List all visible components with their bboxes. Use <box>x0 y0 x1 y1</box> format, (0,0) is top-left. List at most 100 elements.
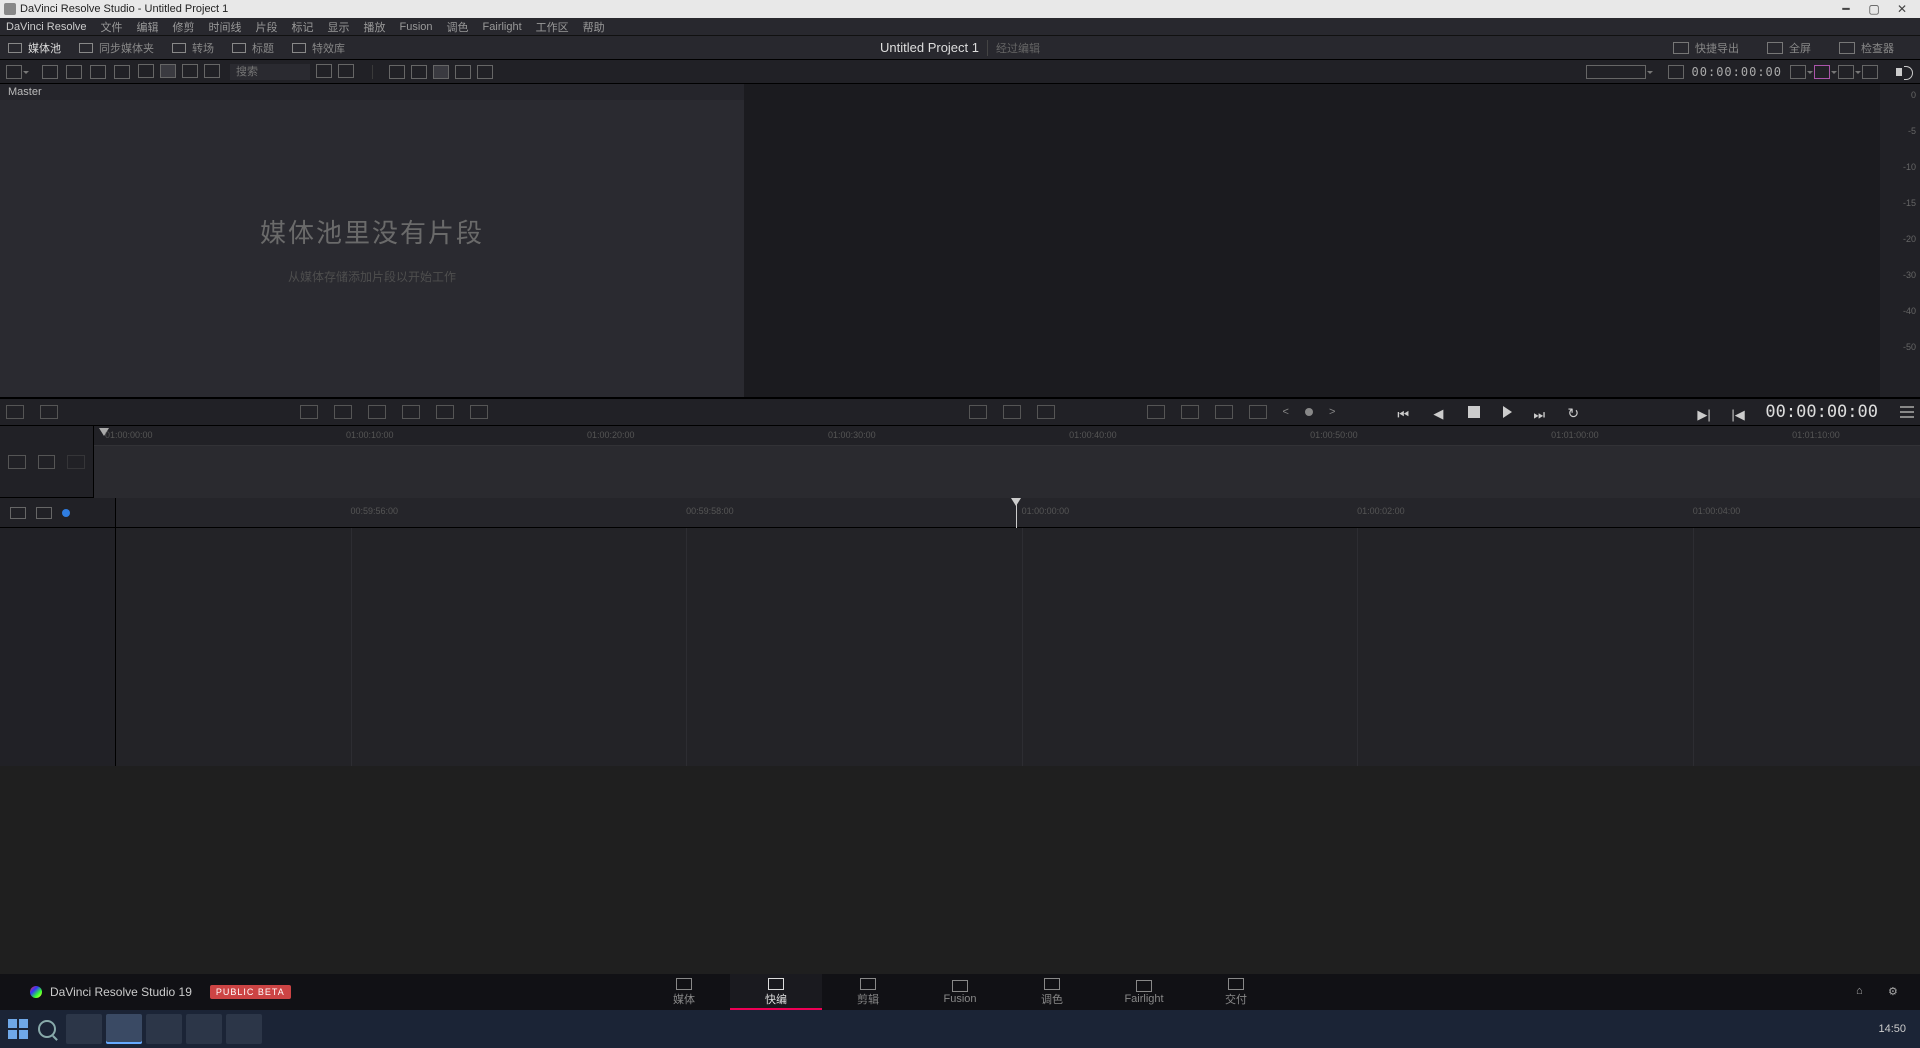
ws-transitions[interactable]: 转场 <box>172 40 214 56</box>
timeline-options-icon[interactable] <box>1147 405 1165 419</box>
lock-timeline-icon[interactable] <box>8 455 26 469</box>
sync-button[interactable] <box>90 65 106 79</box>
go-to-start-button[interactable]: ⏮ <box>1397 405 1415 419</box>
resolution-dropdown[interactable] <box>1586 65 1646 79</box>
menu-trim[interactable]: 修剪 <box>173 19 195 35</box>
dynamic-zoom-icon[interactable] <box>1003 405 1021 419</box>
import-media-button[interactable] <box>42 65 58 79</box>
cut-page[interactable]: 快编 <box>730 974 822 1010</box>
viewer[interactable] <box>744 84 1880 397</box>
go-to-end-button[interactable]: ⏭ <box>1533 405 1551 419</box>
menu-fairlight[interactable]: Fairlight <box>483 21 522 33</box>
stabilize-icon[interactable] <box>1037 405 1055 419</box>
menu-fusion[interactable]: Fusion <box>400 21 433 33</box>
list-view-icon[interactable] <box>204 64 220 78</box>
lower-ruler[interactable]: 00:59:56:0000:59:58:0001:00:00:0001:00:0… <box>116 498 1920 528</box>
overlay-dropdown[interactable] <box>1838 65 1854 79</box>
menu-view[interactable]: 显示 <box>328 19 350 35</box>
task-item[interactable] <box>226 1014 262 1044</box>
transport-timecode[interactable]: 00:00:00:00 <box>1765 402 1878 422</box>
tools-dropdown-icon[interactable] <box>969 405 987 419</box>
audio-trim-icon[interactable] <box>477 65 493 79</box>
start-button[interactable] <box>8 1019 28 1039</box>
bin-view-mode[interactable] <box>6 65 22 79</box>
smart-insert-icon[interactable] <box>300 405 318 419</box>
edit-page[interactable]: 剪辑 <box>822 974 914 1010</box>
ws-media-pool[interactable]: 媒体池 <box>8 40 61 56</box>
fullscreen-button[interactable]: 全屏 <box>1767 40 1811 56</box>
menu-timeline[interactable]: 时间线 <box>209 19 242 35</box>
boring-detector-icon[interactable] <box>6 405 24 419</box>
dual-viewer-icon[interactable] <box>433 65 449 79</box>
taskbar-search-icon[interactable] <box>38 1020 56 1038</box>
source-tape-icon[interactable] <box>389 65 405 79</box>
guides-dropdown[interactable] <box>1814 65 1830 79</box>
source-clip-icon[interactable] <box>411 65 427 79</box>
bypass-color-icon[interactable] <box>1862 65 1878 79</box>
play-button[interactable] <box>1499 405 1517 419</box>
deliver-page[interactable]: 交付 <box>1190 974 1282 1010</box>
place-on-top-icon[interactable] <box>436 405 454 419</box>
media-page[interactable]: 媒体 <box>638 974 730 1010</box>
menu-color[interactable]: 调色 <box>447 19 469 35</box>
menu-clip[interactable]: 片段 <box>256 19 278 35</box>
thumbnail-view-icon[interactable] <box>160 64 176 78</box>
close-button[interactable]: ✕ <box>1888 2 1916 16</box>
quick-export-button[interactable]: 快捷导出 <box>1673 40 1739 56</box>
mute-button[interactable] <box>1896 65 1914 79</box>
marker-dropdown-icon[interactable] <box>1215 405 1233 419</box>
lower-track-body[interactable] <box>116 528 1920 766</box>
single-viewer-icon[interactable] <box>455 65 471 79</box>
timecode-mode-icon[interactable] <box>1668 65 1684 79</box>
task-item[interactable] <box>146 1014 182 1044</box>
menu-file[interactable]: 文件 <box>101 19 123 35</box>
taskbar-clock[interactable]: 14:50 <box>1878 1023 1912 1036</box>
color-page[interactable]: 调色 <box>1006 974 1098 1010</box>
ws-sync-bin[interactable]: 同步媒体夹 <box>79 40 154 56</box>
menu-workspace[interactable]: 工作区 <box>536 19 569 35</box>
inspector-button[interactable]: 检查器 <box>1839 40 1894 56</box>
breadcrumb[interactable]: Master <box>0 84 744 100</box>
jog-dot-icon[interactable] <box>1305 408 1313 416</box>
upper-track-strip[interactable] <box>94 446 1920 498</box>
refresh-icon[interactable] <box>338 64 354 78</box>
next-edit-button[interactable]: ▶| <box>1697 405 1715 419</box>
video-track-toggle[interactable] <box>10 507 26 519</box>
snap-indicator[interactable] <box>62 509 70 517</box>
split-clip-icon[interactable] <box>40 405 58 419</box>
task-item[interactable] <box>186 1014 222 1044</box>
timeline-sync-icon[interactable] <box>38 455 56 469</box>
audio-track-icon[interactable] <box>67 455 85 469</box>
import-folder-button[interactable] <box>66 65 82 79</box>
link-button[interactable] <box>114 65 130 79</box>
task-item[interactable] <box>66 1014 102 1044</box>
timeline-menu-icon[interactable] <box>1900 406 1914 418</box>
ripple-overwrite-icon[interactable] <box>368 405 386 419</box>
menu-edit[interactable]: 编辑 <box>137 19 159 35</box>
safe-area-dropdown[interactable] <box>1790 65 1806 79</box>
source-overwrite-icon[interactable] <box>470 405 488 419</box>
strip-view-icon[interactable] <box>182 64 198 78</box>
flag-dropdown-icon[interactable] <box>1249 405 1267 419</box>
fairlight-page[interactable]: Fairlight <box>1098 974 1190 1010</box>
menu-mark[interactable]: 标记 <box>292 19 314 35</box>
maximize-button[interactable]: ▢ <box>1860 2 1888 16</box>
menu-playback[interactable]: 播放 <box>364 19 386 35</box>
sort-button[interactable] <box>316 64 332 78</box>
append-icon[interactable] <box>334 405 352 419</box>
task-item-active[interactable] <box>106 1014 142 1044</box>
stop-button[interactable] <box>1465 405 1483 419</box>
prev-edit-button[interactable]: |◀ <box>1731 405 1749 419</box>
close-up-icon[interactable] <box>402 405 420 419</box>
menu-app[interactable]: DaVinci Resolve <box>6 21 87 33</box>
audio-sync-icon[interactable] <box>1181 405 1199 419</box>
ws-titles[interactable]: 标题 <box>232 40 274 56</box>
menu-help[interactable]: 帮助 <box>583 19 605 35</box>
search-input[interactable] <box>230 64 310 80</box>
ws-effects[interactable]: 特效库 <box>292 40 345 56</box>
play-reverse-button[interactable]: ◀ <box>1431 405 1449 419</box>
upper-ruler[interactable]: 01:00:00:0001:00:10:0001:00:20:0001:00:3… <box>94 426 1920 446</box>
fusion-page[interactable]: Fusion <box>914 974 1006 1010</box>
project-settings-button[interactable]: ⚙ <box>1888 985 1902 999</box>
home-button[interactable]: ⌂ <box>1856 985 1870 999</box>
